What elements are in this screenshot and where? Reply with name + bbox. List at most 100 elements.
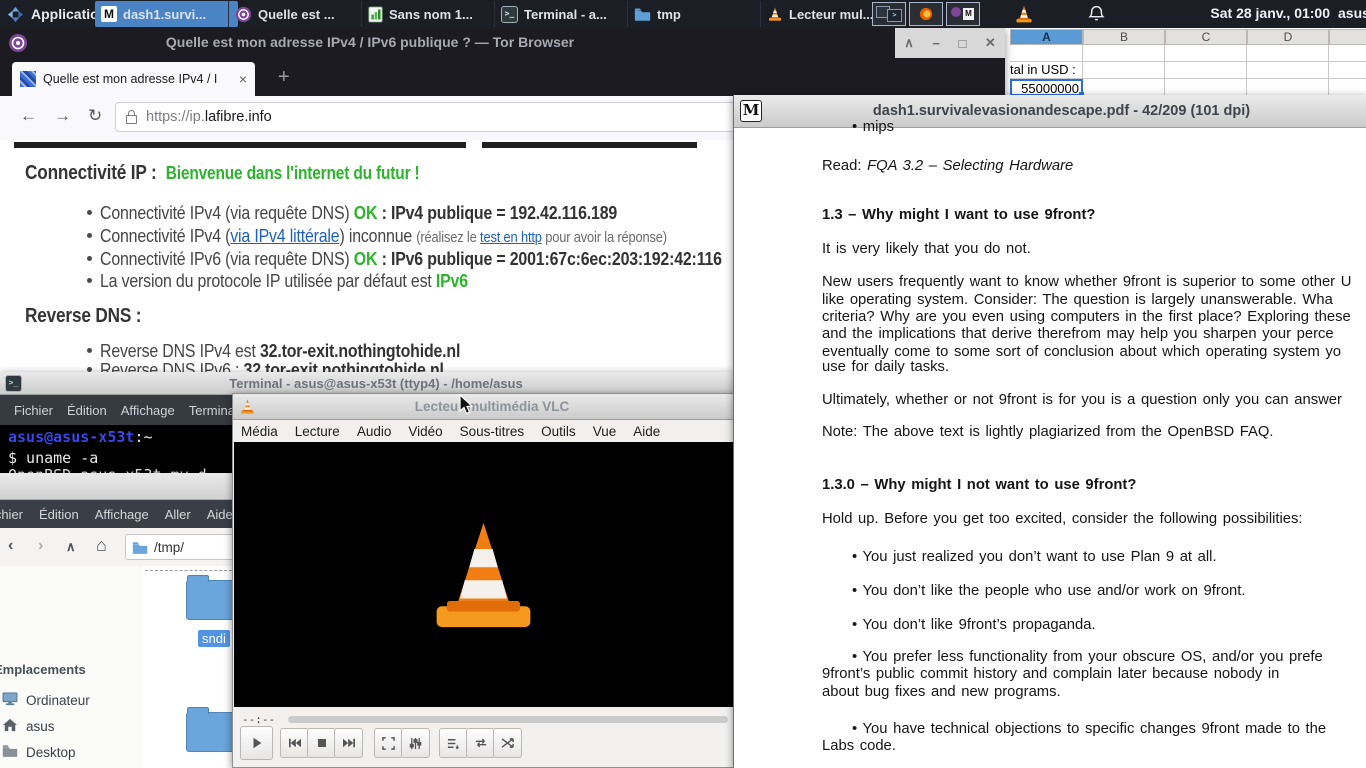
fm-menu-affichage[interactable]: Affichage [95, 507, 149, 522]
vlc-shuffle-button[interactable] [493, 728, 522, 758]
pdf-bullet: • You just realized you don’t want to us… [852, 549, 1217, 565]
taskbar-item-calc[interactable]: Sans nom 1... [361, 1, 505, 27]
terminal-menu-fichier[interactable]: Fichier [14, 403, 53, 418]
vlc-menu-audio[interactable]: Audio [357, 424, 392, 439]
pdf-line: Labs code. [822, 738, 896, 754]
folder-icon[interactable] [186, 580, 236, 620]
vlc-play-button[interactable] [240, 726, 273, 760]
applications-menu-icon [6, 5, 25, 24]
browser-titlebar[interactable]: Quelle est mon adresse IPv4 / IPv6 publi… [0, 28, 1005, 58]
calc-selected-cell[interactable]: 55000000 [1010, 79, 1083, 96]
workspace-3[interactable]: M [946, 2, 980, 26]
calc-cell[interactable] [1083, 45, 1165, 62]
lock-icon [126, 115, 137, 124]
pdf-line: Ultimately, whether or not 9front is for… [822, 392, 1342, 408]
taskbar-item-tmp[interactable]: tmp [627, 1, 771, 27]
forward-button[interactable]: → [54, 106, 71, 126]
calc-cell-label[interactable]: tal in USD : [1010, 62, 1083, 79]
taskbar-item-browser[interactable]: Quelle est ... [228, 1, 372, 27]
calc-cell[interactable] [1247, 79, 1329, 96]
calc-cell[interactable] [1165, 79, 1247, 96]
vlc-menu-video[interactable]: Vidéo [408, 424, 442, 439]
workspace-1[interactable]: > [872, 2, 906, 26]
tray-vlc-icon[interactable] [1014, 4, 1034, 24]
vlc-video-area[interactable] [234, 442, 733, 707]
close-button[interactable]: ✕ [985, 35, 996, 51]
maximize-button[interactable]: □ [958, 36, 966, 51]
calc-cell[interactable] [1165, 45, 1247, 62]
fm-menu-edition[interactable]: Édition [39, 507, 79, 522]
vlc-menu-media[interactable]: Média [241, 424, 278, 439]
calc-cell[interactable] [1165, 62, 1247, 79]
tab-close-icon[interactable]: × [239, 71, 247, 87]
terminal-menu-edition[interactable]: Édition [67, 403, 107, 418]
file-label[interactable]: sndi [198, 630, 230, 647]
reload-button[interactable]: ↻ [88, 106, 102, 126]
fm-menu-aide[interactable]: Aide [207, 507, 233, 522]
vlc-menu-soustitres[interactable]: Sous-titres [460, 424, 525, 439]
terminal-titlebar[interactable]: >_ Terminal - asus@asus-x53t (ttyp4) - /… [0, 372, 735, 395]
taskbar-item-terminal[interactable]: >_ Terminal - a... [494, 1, 638, 27]
fm-menu-fichier[interactable]: Fichier [0, 507, 23, 522]
terminal-menu-terminal[interactable]: Terminal [189, 403, 238, 418]
calc-cell[interactable] [1083, 62, 1165, 79]
pdf-line: eventually come to some sort of conclusi… [822, 344, 1341, 360]
terminal-window-title: Terminal - asus@asus-x53t (ttyp4) - /hom… [22, 376, 730, 391]
fm-back-button[interactable]: ‹ [8, 537, 13, 555]
calc-col-header-e[interactable]: E [1329, 29, 1366, 45]
fm-up-button[interactable]: ∧ [66, 539, 76, 555]
vlc-menu-aide[interactable]: Aide [633, 424, 660, 439]
vlc-stop-button[interactable] [307, 728, 336, 758]
calc-cell[interactable] [1247, 62, 1329, 79]
new-tab-button[interactable]: + [278, 66, 290, 89]
calc-col-header-b[interactable]: B [1083, 29, 1165, 45]
calc-cell[interactable] [1010, 45, 1083, 62]
vlc-menu-lecture[interactable]: Lecture [295, 424, 340, 439]
taskbar-item-pdf[interactable]: M dash1.survi... [95, 1, 238, 27]
shade-button[interactable]: ∧ [904, 35, 914, 51]
calc-cell[interactable] [1083, 79, 1165, 96]
pdf-titlebar[interactable]: M dash1.survivalevasionandescape.pdf - 4… [734, 95, 1366, 128]
vlc-next-button[interactable] [334, 728, 363, 758]
clipped-heading-strip [482, 142, 697, 148]
sidebar-item-ordinateur[interactable]: Ordinateur [0, 687, 143, 713]
browser-tab[interactable]: Quelle est mon adresse IPv4 / I × [12, 62, 255, 96]
sidebar-item-asus[interactable]: asus [0, 713, 143, 739]
calc-cell[interactable] [1329, 79, 1366, 96]
fm-forward-button[interactable]: › [38, 537, 43, 555]
vlc-previous-button[interactable] [280, 728, 309, 758]
calc-cell[interactable] [1329, 62, 1366, 79]
sidebar-item-desktop[interactable]: Desktop [0, 739, 143, 765]
calc-col-header-c[interactable]: C [1165, 29, 1247, 45]
vlc-loop-button[interactable] [466, 728, 495, 758]
tor-icon [8, 33, 28, 53]
fm-path-bar[interactable]: /tmp/ [125, 534, 237, 560]
vlc-menu-vue[interactable]: Vue [593, 424, 617, 439]
calc-col-header-a[interactable]: A [1010, 29, 1083, 45]
folder-icon[interactable] [186, 712, 236, 752]
taskbar-item-vlc[interactable]: Lecteur mul... [760, 1, 879, 27]
vlc-playlist-button[interactable] [439, 728, 468, 758]
pdf-heading: 1.3.0 – Why might I not want to use 9fro… [822, 477, 1136, 493]
clipped-heading-strip [14, 142, 466, 148]
workspace-2[interactable] [909, 2, 943, 26]
calc-cell[interactable] [1247, 45, 1329, 62]
vlc-equalizer-button[interactable] [401, 728, 430, 758]
file-manager-titlebar[interactable] [0, 473, 240, 500]
vlc-seek-bar[interactable] [288, 716, 728, 723]
file-manager-menubar: Fichier Édition Affichage Aller Aide [0, 500, 240, 528]
selection-dash-line [145, 570, 237, 571]
pdf-bullet: • You don’t like 9front’s propaganda. [852, 617, 1096, 633]
vlc-titlebar[interactable]: Lecteur multimédia VLC [233, 394, 734, 420]
minimize-button[interactable]: − [932, 36, 940, 51]
vlc-fullscreen-button[interactable] [374, 728, 403, 758]
calc-cell[interactable] [1329, 45, 1366, 62]
fm-home-button[interactable]: ⌂ [96, 535, 107, 556]
back-button[interactable]: ← [20, 106, 37, 126]
calc-col-header-d[interactable]: D [1247, 29, 1329, 45]
vlc-menu-outils[interactable]: Outils [541, 424, 576, 439]
tor-icon [235, 6, 252, 23]
fm-menu-aller[interactable]: Aller [165, 507, 191, 522]
tray-notification-bell-icon[interactable] [1088, 5, 1105, 22]
terminal-menu-affichage[interactable]: Affichage [121, 403, 175, 418]
